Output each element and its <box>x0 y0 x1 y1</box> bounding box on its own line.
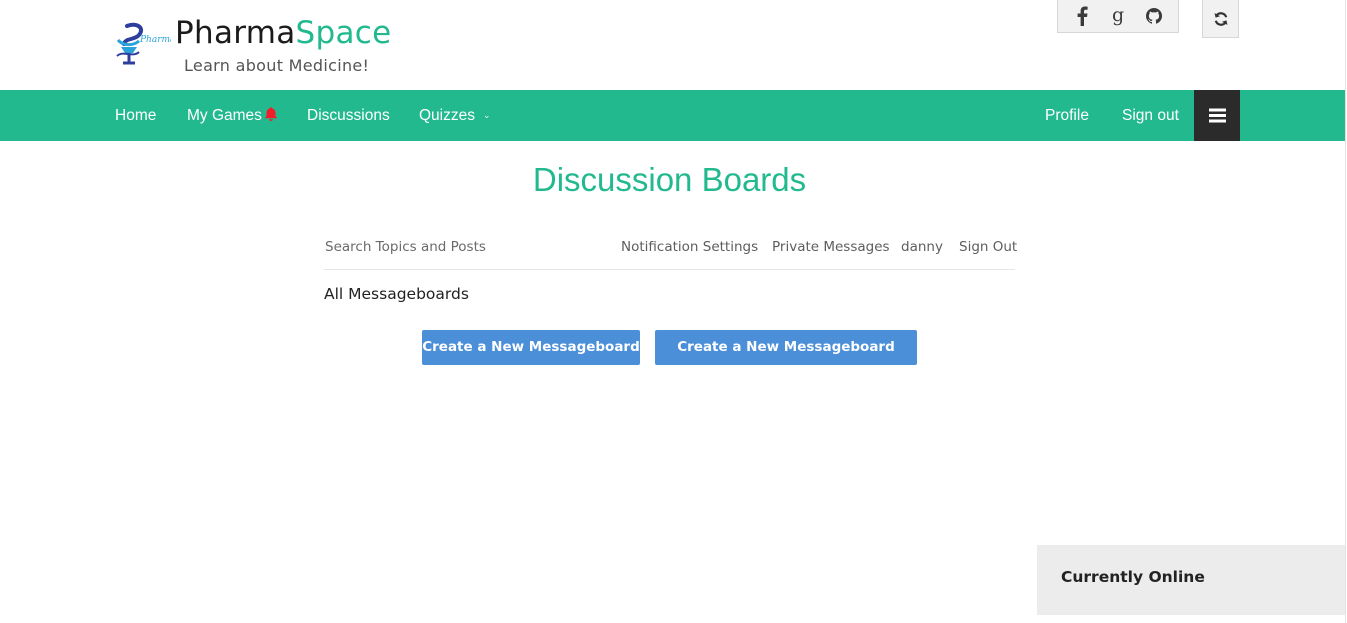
nav-my-games[interactable]: My Games <box>187 90 279 141</box>
notification-settings-link[interactable]: Notification Settings <box>621 238 758 256</box>
all-messageboards-heading[interactable]: All Messageboards <box>324 284 469 304</box>
github-button[interactable] <box>1139 1 1169 31</box>
menu-toggle-button[interactable] <box>1194 90 1240 141</box>
bell-icon <box>264 107 278 121</box>
hamburger-icon <box>1208 108 1226 123</box>
page: Pharma Space PharmaSpace Learn about Med… <box>0 0 1347 623</box>
nav-home[interactable]: Home <box>115 90 156 141</box>
pharmaspace-logo[interactable]: Pharma Space <box>113 20 171 68</box>
social-links: g <box>1057 0 1179 33</box>
google-icon: g <box>1112 5 1124 26</box>
search-input[interactable] <box>324 234 574 260</box>
facebook-icon <box>1077 6 1088 26</box>
create-messageboard-button[interactable]: Create a New Messageboard <box>422 330 640 365</box>
board-toolbar: Notification Settings Private Messages d… <box>324 230 1017 270</box>
nav-discussions[interactable]: Discussions <box>307 90 390 141</box>
refresh-button[interactable] <box>1202 0 1239 38</box>
site-title-part1: Pharma <box>175 15 296 51</box>
site-tagline: Learn about Medicine! <box>184 56 370 75</box>
nav-sign-out[interactable]: Sign out <box>1122 90 1179 141</box>
currently-online-title: Currently Online <box>1061 568 1205 586</box>
private-messages-link[interactable]: Private Messages <box>772 238 890 256</box>
board-sign-out-link[interactable]: Sign Out <box>959 238 1017 256</box>
nav-profile[interactable]: Profile <box>1045 90 1089 141</box>
nav-quizzes[interactable]: Quizzes ⌄ <box>419 90 491 141</box>
logo-text: Pharma Space <box>139 35 171 45</box>
currently-online-panel: Currently Online <box>1037 545 1345 615</box>
chevron-down-icon: ⌄ <box>483 110 491 121</box>
facebook-button[interactable] <box>1067 1 1097 31</box>
page-edge <box>1345 0 1346 623</box>
username-link[interactable]: danny <box>901 238 943 256</box>
site-title[interactable]: PharmaSpace <box>175 13 392 53</box>
github-icon <box>1145 7 1163 24</box>
page-title: Discussion Boards <box>532 161 807 198</box>
create-messageboard-group-button[interactable]: Create a New Messageboard Group <box>655 330 917 390</box>
nav-my-games-label: My Games <box>187 107 262 124</box>
google-button[interactable]: g <box>1103 1 1133 31</box>
main-navbar: Home My Games Discussions Quizzes ⌄ Profi… <box>0 90 1345 141</box>
refresh-icon <box>1214 11 1227 26</box>
nav-quizzes-label: Quizzes <box>419 107 475 124</box>
svg-text:g: g <box>1112 5 1124 26</box>
site-title-part2: Space <box>295 15 392 51</box>
